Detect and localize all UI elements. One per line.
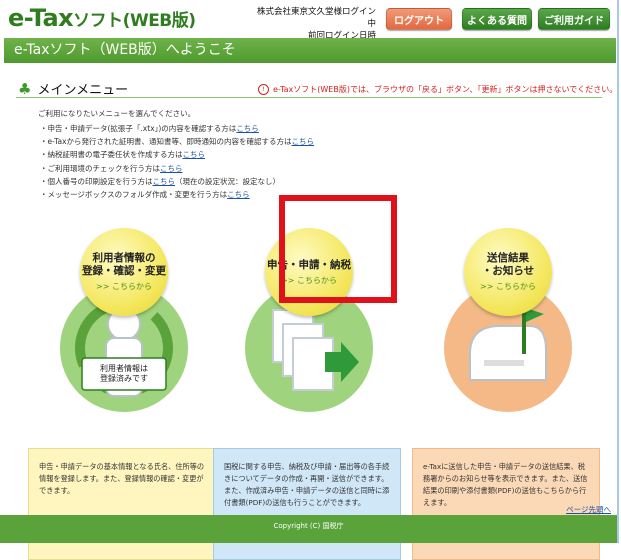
guide-button[interactable]: ご利用ガイド [538,8,610,30]
header: e-Taxソフト(WEB版) 株式会社東京文久堂様ログイン中 前回ログイン日時 … [0,0,617,53]
menu-heading-label: メインメニュー [37,83,129,98]
certificate-check-link[interactable]: こちら [292,137,315,146]
list-item: 申告・申請データ(拡張子「.xtx」)の内容を確認する方はこちら [40,122,314,135]
tax-cert-proxy-link[interactable]: こちら [183,150,206,159]
user-info-description: 申告・申請データの基本情報となる氏名、住所等の情報を登録します。また、登録情報の… [28,448,216,560]
login-user: 株式会社東京文久堂様ログイン中 [256,7,376,29]
divider [16,97,602,98]
link-text: 申告・申請データ(拡張子「.xtx」)の内容を確認する方は [47,124,237,133]
link-text: 納税証明書の電子委任状を作成する方は [47,150,183,160]
menu-heading: ♣ メインメニュー [18,79,129,99]
results-button[interactable]: 送信結果 ・お知らせ >> こちらから [464,228,552,316]
etax-logo: e-Taxソフト(WEB版) [8,4,196,32]
list-item: e-Taxから発行された証明書、通知書等、即時通知の内容を確認する方はこちら [40,135,315,148]
xtx-check-link[interactable]: こちら [236,124,259,133]
user-info-link[interactable]: >> こちらから [96,281,152,292]
link-text: ご利用環境のチェックを行う方は [47,163,161,173]
list-item: 個人番号の印刷設定を行う方はこちら（現在の設定状況：設定なし） [40,175,314,188]
logo-main: e-Tax [8,4,74,32]
link-text: 個人番号の印刷設定を行う方は [47,176,153,186]
link-text: e-Taxから発行された証明書、通知書等、即時通知の内容を確認する方は [47,137,292,147]
warning-circle-icon: ! [258,84,269,95]
declaration-description: 国税に関する申告、納税及び申請・届出等の各手続きについてデータの作成・再開・送信… [213,448,401,560]
faq-button[interactable]: よくある質問 [462,8,532,30]
list-item: ご利用環境のチェックを行う方はこちら [40,162,314,175]
results-link[interactable]: >> こちらから [480,281,536,292]
highlight-box [279,195,397,303]
environment-check-link[interactable]: こちら [160,164,183,173]
mynumber-print-link[interactable]: こちら [153,177,176,186]
footer-copyright: Copyright (C) 国税庁 [0,515,617,543]
logout-button[interactable]: ログアウト [386,8,452,30]
messagebox-folder-link[interactable]: こちら [227,190,250,199]
page-title: e-Taxソフト（WEB版）へようこそ [4,38,616,63]
registered-label: 利用者情報は 登録済みです [100,364,148,383]
user-info-title: 利用者情報の 登録・確認・変更 [82,252,166,277]
link-after-text: （現在の設定状況：設定なし） [175,176,280,186]
list-item: 納税証明書の電子委任状を作成する方はこちら [40,148,314,161]
link-text: メッセージボックスのフォルダ作成・変更を行う方は [47,190,228,200]
page-top-link[interactable]: ページ先頭へ [566,504,611,515]
logo-sub: ソフト(WEB版) [73,11,196,31]
menu-links: 申告・申請データ(拡張子「.xtx」)の内容を確認する方はこちら e-Taxから… [40,122,315,201]
user-info-button[interactable]: 利用者情報の 登録・確認・変更 >> こちらから [80,228,168,316]
browser-notice: ! e-Taxソフト(WEB版)では、ブラウザの「戻る」ボタン、「更新」ボタンは… [258,84,617,95]
clover-icon: ♣ [18,79,32,98]
menu-intro: ご利用になりたいメニューを選んでください。 [38,109,196,118]
results-title: 送信結果 ・お知らせ [481,252,535,277]
list-item: メッセージボックスのフォルダ作成・変更を行う方はこちら [40,188,314,201]
notice-text: e-Taxソフト(WEB版)では、ブラウザの「戻る」ボタン、「更新」ボタンは押さ… [273,85,618,94]
